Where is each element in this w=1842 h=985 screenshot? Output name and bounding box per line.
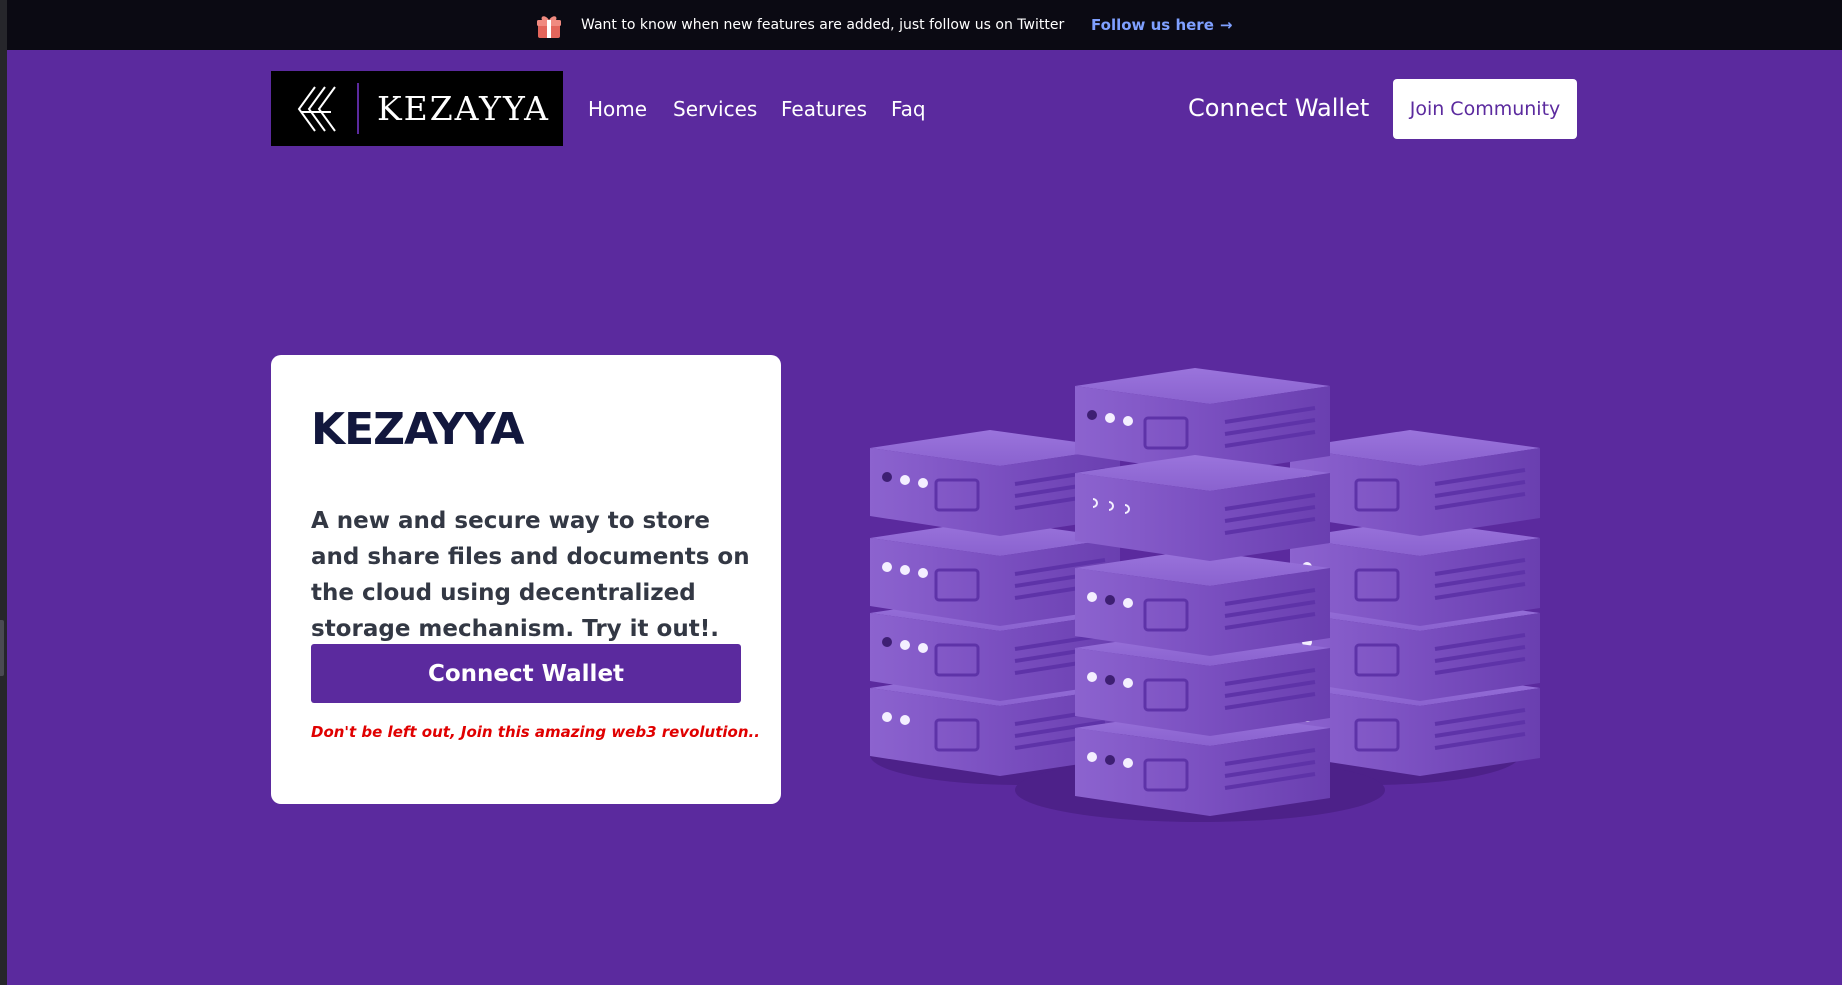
follow-twitter-link[interactable]: Follow us here →: [1091, 13, 1232, 37]
hero-card: KEZAYYA A new and secure way to store an…: [271, 355, 781, 804]
hero-title: KEZAYYA: [311, 404, 524, 455]
connect-wallet-button[interactable]: Connect Wallet: [311, 644, 741, 703]
nav-services[interactable]: Services: [673, 95, 757, 123]
edge-handle[interactable]: [0, 620, 4, 676]
kezayya-logo-mark: [297, 86, 336, 132]
announcement-text: Want to know when new features are added…: [581, 17, 1065, 33]
follow-link-label: Follow us here: [1091, 16, 1214, 34]
brand-logo[interactable]: KEZAYYA: [271, 71, 563, 146]
logo-divider: [357, 83, 359, 134]
announcement-bar: Want to know when new features are added…: [7, 0, 1842, 50]
nav-home[interactable]: Home: [588, 95, 647, 123]
nav-faq[interactable]: Faq: [891, 95, 926, 123]
arrow-right-icon: →: [1219, 16, 1233, 34]
brand-name: KEZAYYA: [377, 89, 551, 128]
hero-description: A new and secure way to store and share …: [311, 508, 750, 642]
connect-wallet-nav-button[interactable]: Connect Wallet: [1188, 92, 1369, 124]
window-edge: [0, 0, 7, 985]
gift-icon: [537, 16, 561, 38]
nav-features[interactable]: Features: [781, 95, 867, 123]
hero-note: Don't be left out, Join this amazing web…: [311, 723, 760, 741]
join-community-button[interactable]: Join Community: [1393, 79, 1577, 139]
server-racks-illustration: [870, 368, 1540, 822]
